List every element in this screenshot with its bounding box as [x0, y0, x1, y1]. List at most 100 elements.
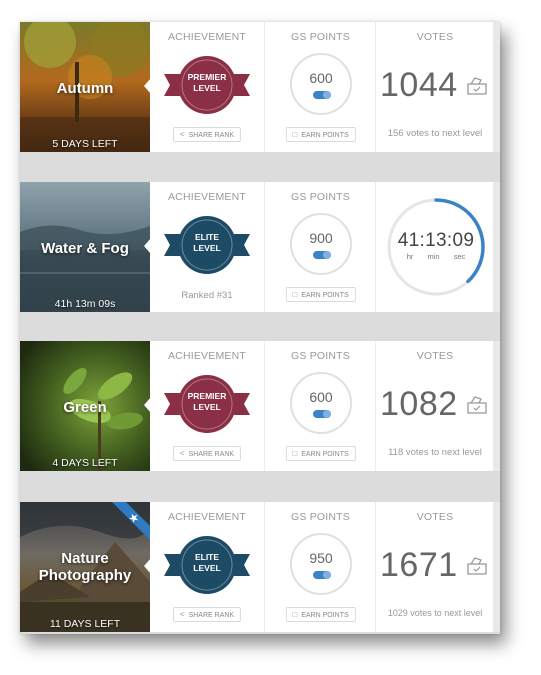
votes-header: VOTES [416, 350, 454, 362]
votes-count: 1671 [380, 546, 458, 584]
challenge-thumbnail[interactable]: Autumn 5 DAYS LEFT [20, 22, 150, 152]
points-toggle-icon [313, 410, 331, 418]
badge-level-name: ELITE [194, 552, 220, 562]
earn-points-label: EARN POINTS [301, 292, 349, 299]
votes-to-next-level: 118 votes to next level [388, 447, 482, 458]
achievement-column: ACHIEVEMENT PREMIER LEVEL < SHARE RANK [150, 341, 264, 471]
elite-level-badge: ELITE LEVEL [164, 534, 250, 596]
votes-header: VOTES [416, 511, 454, 523]
badge-level-name: PREMIER [187, 391, 227, 401]
votes-count: 1044 [380, 66, 458, 104]
card-scrollbar[interactable] [493, 182, 500, 312]
premier-level-badge: PREMIER LEVEL [164, 373, 250, 435]
countdown-timer: 41:13:09 hr min sec [385, 196, 487, 298]
unit-hr: hr [406, 252, 414, 261]
time-left: 5 DAYS LEFT [52, 138, 118, 150]
achievement-header: ACHIEVEMENT [167, 511, 247, 523]
votes-header: VOTES [416, 31, 454, 43]
challenge-name: Green [63, 399, 107, 416]
gs-points-value: 900 [309, 230, 333, 246]
points-toggle-icon [313, 571, 331, 579]
gs-points-value: 600 [309, 389, 333, 405]
gs-points-column: GS POINTS 950 □ EARN POINTS [264, 502, 376, 632]
challenge-thumbnail[interactable]: Green 4 DAYS LEFT [20, 341, 150, 471]
earn-points-label: EARN POINTS [301, 132, 349, 139]
achievement-column: ACHIEVEMENT PREMIER LEVEL < SHARE RANK [150, 22, 264, 152]
gs-points-header: GS POINTS [291, 191, 350, 203]
ballot-box-icon[interactable] [467, 557, 487, 575]
share-rank-button[interactable]: < SHARE RANK [172, 127, 242, 142]
time-left: 11 DAYS LEFT [49, 618, 121, 630]
gs-points-column: GS POINTS 900 □ EARN POINTS [264, 182, 376, 312]
share-icon: < [179, 610, 185, 619]
points-toggle-icon [313, 251, 331, 259]
card-scrollbar[interactable] [493, 22, 500, 152]
challenge-name: Nature Photography [20, 550, 150, 584]
premier-level-badge: PREMIER LEVEL [164, 54, 250, 116]
achievement-header: ACHIEVEMENT [167, 191, 247, 203]
gift-icon: □ [292, 610, 298, 619]
gs-points-value: 950 [309, 550, 333, 566]
earn-points-label: EARN POINTS [301, 612, 349, 619]
featured-ribbon: ★ [112, 502, 150, 540]
achievement-column: ACHIEVEMENT ELITE LEVEL Ranked #31 [150, 182, 264, 312]
time-left: 4 DAYS LEFT [52, 457, 118, 469]
share-rank-button[interactable]: < SHARE RANK [172, 446, 242, 461]
gs-points-column: GS POINTS 600 □ EARN POINTS [264, 341, 376, 471]
gs-points-gauge: 950 [290, 533, 352, 595]
elite-level-badge: ELITE LEVEL [164, 214, 250, 276]
gift-icon: □ [292, 130, 298, 139]
challenge-thumbnail[interactable]: Water & Fog 41h 13m 09s [20, 182, 150, 312]
ballot-box-icon[interactable] [467, 396, 487, 414]
share-rank-label: SHARE RANK [188, 132, 235, 139]
share-rank-label: SHARE RANK [188, 451, 235, 458]
achievement-header: ACHIEVEMENT [167, 350, 247, 362]
ballot-box-icon[interactable] [467, 77, 487, 95]
earn-points-button[interactable]: □ EARN POINTS [285, 127, 356, 142]
badge-level-name: ELITE [194, 232, 220, 242]
timer-seconds: 09 [452, 230, 475, 251]
points-toggle-icon [313, 91, 331, 99]
votes-count: 1082 [380, 385, 458, 423]
badge-level-word: LEVEL [193, 402, 221, 412]
timer-column: 41:13:09 hr min sec [375, 182, 494, 312]
share-icon: < [179, 449, 185, 458]
challenge-card-nature-photography: Nature Photography 11 DAYS LEFT ★ ACHIEVE… [20, 502, 500, 632]
achievement-header: ACHIEVEMENT [167, 31, 247, 43]
timer-hours: 41 [397, 230, 420, 251]
share-rank-label: SHARE RANK [188, 612, 235, 619]
votes-to-next-level: 1029 votes to next level [387, 608, 483, 618]
timer-minutes: 13 [425, 230, 447, 251]
votes-to-next-level: 156 votes to next level [387, 128, 483, 139]
badge-level-word: LEVEL [193, 83, 221, 93]
challenge-thumbnail[interactable]: Nature Photography 11 DAYS LEFT ★ [20, 502, 150, 632]
earn-points-button[interactable]: □ EARN POINTS [285, 287, 356, 302]
time-left: 41h 13m 09s [54, 298, 116, 310]
share-rank-button[interactable]: < SHARE RANK [172, 607, 242, 622]
achievement-column: ACHIEVEMENT ELITE LEVEL < SHARE RANK [150, 502, 264, 632]
gs-points-header: GS POINTS [291, 350, 350, 362]
earn-points-button[interactable]: □ EARN POINTS [285, 446, 356, 461]
challenges-panel: Autumn 5 DAYS LEFT ACHIEVEMENT PREMIER LE… [20, 22, 500, 634]
gift-icon: □ [292, 290, 298, 299]
gs-points-gauge: 600 [290, 372, 352, 434]
rank-text: Ranked #31 [181, 290, 233, 301]
gs-points-gauge: 600 [290, 53, 352, 115]
challenge-card-autumn: Autumn 5 DAYS LEFT ACHIEVEMENT PREMIER LE… [20, 22, 500, 152]
challenge-name-line-2: Photography [38, 567, 132, 584]
badge-level-word: LEVEL [193, 243, 221, 253]
earn-points-label: EARN POINTS [301, 451, 349, 458]
gs-points-header: GS POINTS [291, 31, 350, 43]
card-scrollbar[interactable] [493, 341, 500, 471]
gs-points-column: GS POINTS 600 □ EARN POINTS [264, 22, 376, 152]
badge-level-word: LEVEL [193, 563, 221, 573]
challenge-card-green: Green 4 DAYS LEFT ACHIEVEMENT PREMIER LEV… [20, 341, 500, 471]
challenge-name: Water & Fog [41, 240, 129, 257]
votes-column: VOTES 1671 1029 votes to next level [375, 502, 494, 632]
card-scrollbar[interactable] [493, 502, 500, 632]
countdown-digits: 41:13:09 [397, 230, 475, 251]
badge-level-name: PREMIER [187, 72, 227, 82]
challenge-card-water-fog: Water & Fog 41h 13m 09s ACHIEVEMENT ELIT… [20, 182, 500, 312]
earn-points-button[interactable]: □ EARN POINTS [285, 607, 356, 622]
share-icon: < [179, 130, 185, 139]
